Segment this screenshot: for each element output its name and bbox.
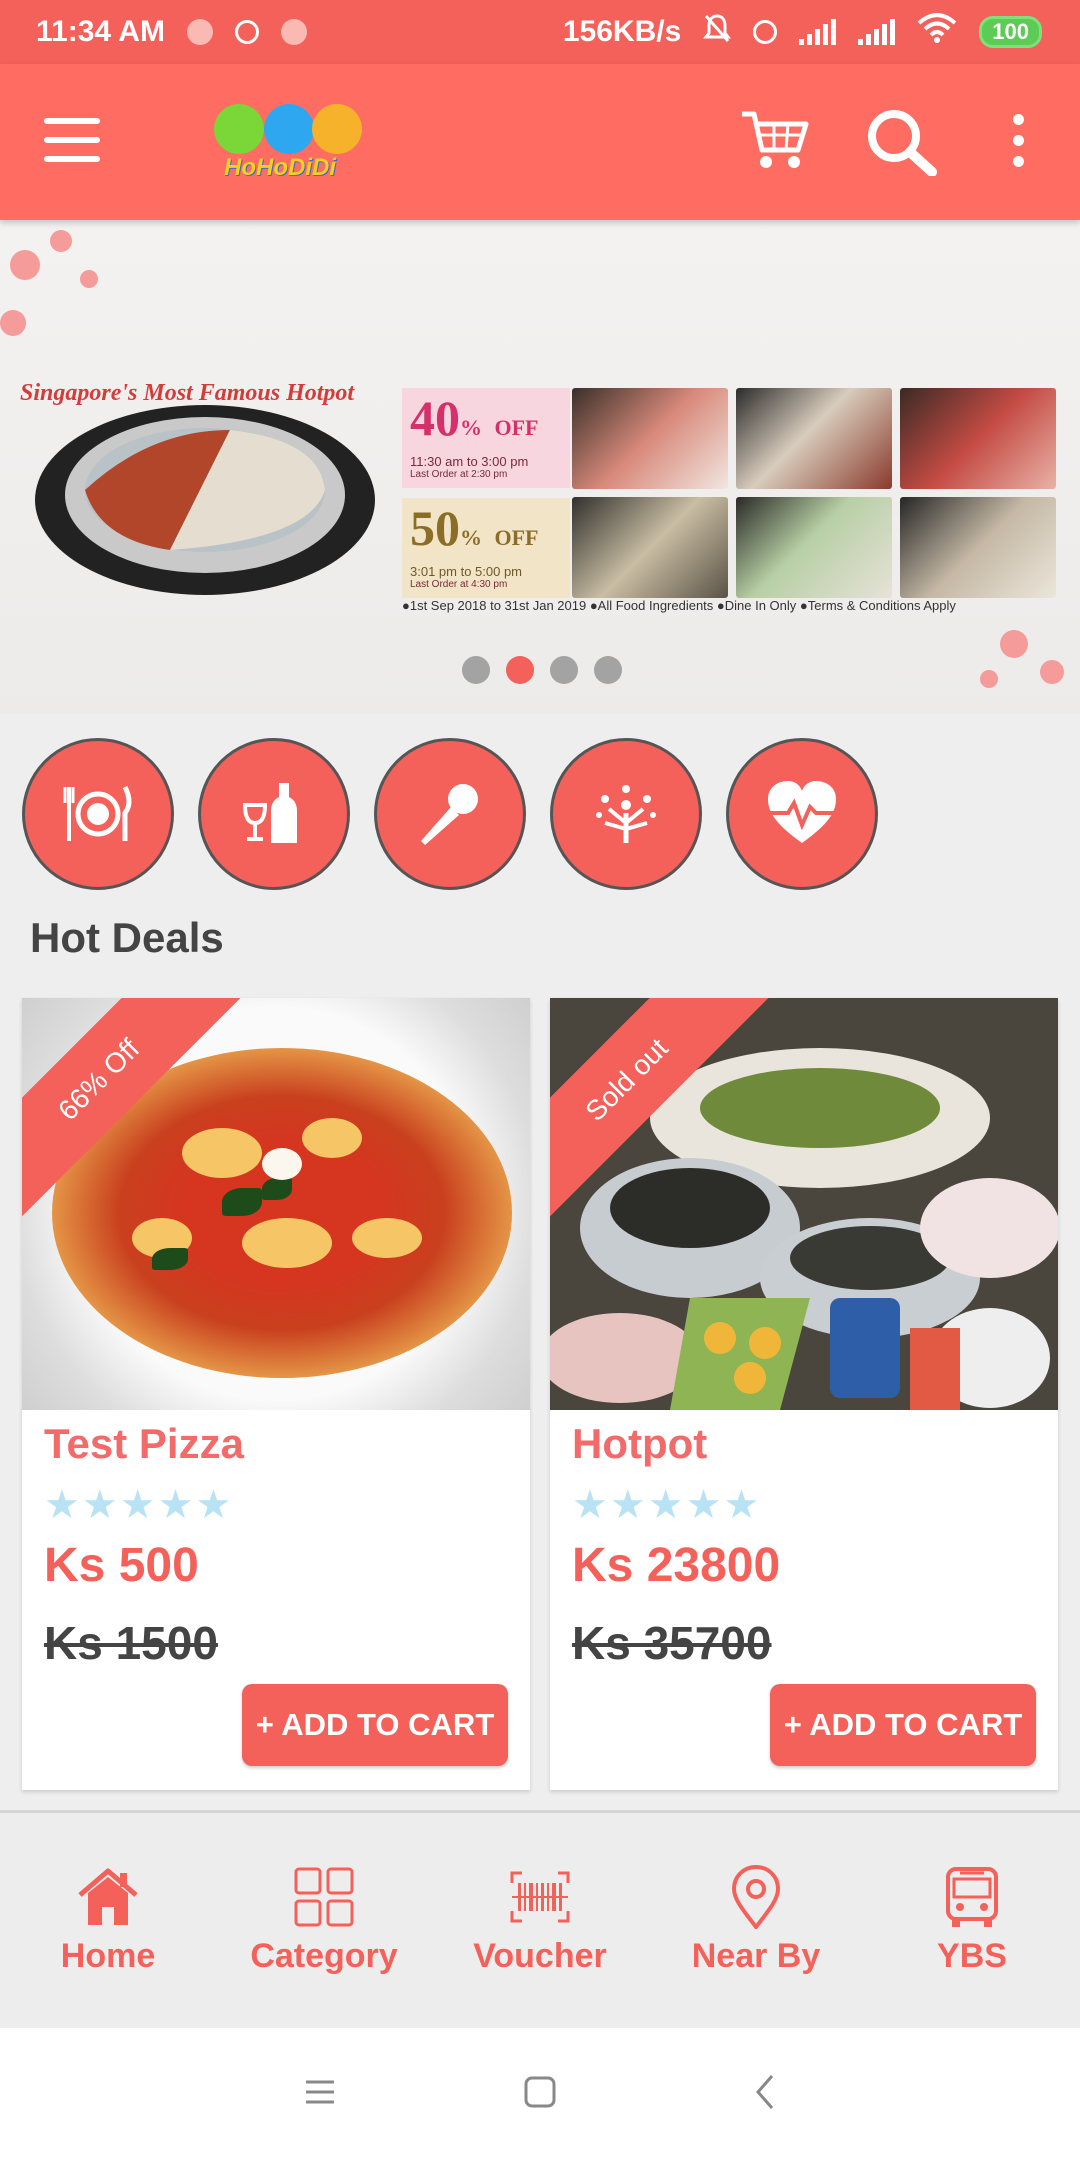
deal-card[interactable]: Sold out Hotpot ★★★★★ Ks 23800 Ks 35700 …	[550, 998, 1058, 1790]
deal-name[interactable]: Hotpot	[572, 1420, 707, 1468]
health-icon	[768, 781, 836, 843]
carousel-dot-2[interactable]	[506, 656, 534, 684]
deal-old-price: Ks 35700	[572, 1617, 772, 1669]
deal-price: Ks 500	[44, 1539, 199, 1592]
nav-category[interactable]: Category	[216, 1813, 432, 2028]
search-button[interactable]	[866, 108, 938, 177]
deal-image-pizza[interactable]: 66% Off	[22, 998, 530, 1410]
status-bar: 11:34 AM 156KB/s 100	[0, 0, 1080, 64]
carousel-dot-4[interactable]	[594, 656, 622, 684]
home-system-button[interactable]	[520, 2072, 560, 2112]
add-to-cart-button[interactable]: + ADD TO CART	[770, 1684, 1036, 1766]
system-navigation-bar	[0, 2028, 1080, 2160]
location-pin-icon	[731, 1865, 781, 1929]
nav-category-label: Category	[250, 1937, 398, 1975]
dining-icon	[63, 785, 132, 841]
notification-icon	[186, 19, 213, 45]
promo-banner[interactable]: Singapore's Most Famous Hotpot 40% OFF 1…	[0, 220, 1080, 714]
category-drinks[interactable]	[198, 738, 350, 890]
alarm-icon	[234, 20, 259, 44]
alarm-clock-icon	[753, 20, 778, 44]
carousel-dot-3[interactable]	[550, 656, 578, 684]
deal-card[interactable]: 66% Off Test Pizza ★★★★★ Ks 500 Ks 1500 …	[22, 998, 530, 1790]
wellness-icon	[596, 785, 656, 843]
search-icon	[868, 110, 937, 177]
logo-text: HoHoDiDi	[224, 154, 336, 181]
signal-icon	[799, 19, 837, 45]
carousel-indicator[interactable]	[462, 656, 622, 684]
recents-icon	[306, 2080, 334, 2104]
cart-button[interactable]	[740, 108, 810, 174]
recent-apps-button[interactable]	[300, 2072, 340, 2112]
deal-old-price: Ks 1500	[44, 1617, 218, 1669]
bus-icon	[946, 1867, 998, 1927]
barcode-icon	[510, 1871, 570, 1923]
promo-offers: 40% OFF 11:30 am to 3:00 pm Last Order a…	[402, 388, 570, 598]
offer-50: 50% OFF 3:01 pm to 5:00 pm Last Order at…	[402, 498, 570, 598]
cart-icon	[742, 111, 809, 168]
karaoke-icon	[421, 784, 478, 845]
square-icon	[524, 2076, 556, 2108]
hotpot-image	[30, 390, 380, 600]
nav-voucher[interactable]: Voucher	[432, 1813, 648, 2028]
category-dining[interactable]	[22, 738, 174, 890]
grid-icon	[294, 1867, 354, 1927]
home-icon	[78, 1868, 138, 1925]
battery-icon: 100	[979, 16, 1042, 48]
bottom-navigation: Home Category Voucher Near By YBS	[0, 1810, 1080, 2028]
category-wellness[interactable]	[550, 738, 702, 890]
status-time: 11:34 AM	[36, 15, 165, 48]
nav-ybs-label: YBS	[937, 1937, 1007, 1975]
nav-voucher-label: Voucher	[473, 1937, 607, 1975]
menu-button[interactable]	[44, 118, 110, 168]
app-logo[interactable]: HoHoDiDi	[214, 104, 374, 184]
nav-home-label: Home	[60, 1937, 156, 1975]
signal-icon-2	[858, 19, 896, 45]
app-bar: HoHoDiDi	[0, 64, 1080, 220]
notification-icon-2	[280, 19, 307, 45]
hot-deals-title: Hot Deals	[30, 914, 224, 961]
deal-image-hotpot[interactable]: Sold out	[550, 998, 1058, 1410]
network-speed: 156KB/s	[562, 15, 682, 48]
rating-stars: ★★★★★	[44, 1483, 234, 1527]
offer-40: 40% OFF 11:30 am to 3:00 pm Last Order a…	[402, 388, 570, 488]
add-to-cart-button[interactable]: + ADD TO CART	[242, 1684, 508, 1766]
mute-icon	[703, 13, 732, 51]
nav-nearby[interactable]: Near By	[648, 1813, 864, 2028]
category-shortcuts	[22, 738, 878, 890]
category-karaoke[interactable]	[374, 738, 526, 890]
nav-nearby-label: Near By	[691, 1937, 821, 1975]
food-photos	[572, 388, 1056, 598]
wifi-icon	[917, 13, 957, 51]
rating-stars: ★★★★★	[572, 1483, 762, 1527]
back-chevron-icon	[756, 2075, 774, 2109]
deal-price: Ks 23800	[572, 1539, 781, 1592]
deal-name[interactable]: Test Pizza	[44, 1420, 244, 1468]
nav-ybs[interactable]: YBS	[864, 1813, 1080, 2028]
drinks-icon	[242, 783, 297, 843]
carousel-dot-1[interactable]	[462, 656, 490, 684]
more-options-button[interactable]	[1006, 114, 1030, 174]
banner-fineprint: ●1st Sep 2018 to 31st Jan 2019 ●All Food…	[402, 598, 956, 613]
nav-home[interactable]: Home	[0, 1813, 216, 2028]
back-button[interactable]	[746, 2072, 786, 2112]
category-health[interactable]	[726, 738, 878, 890]
